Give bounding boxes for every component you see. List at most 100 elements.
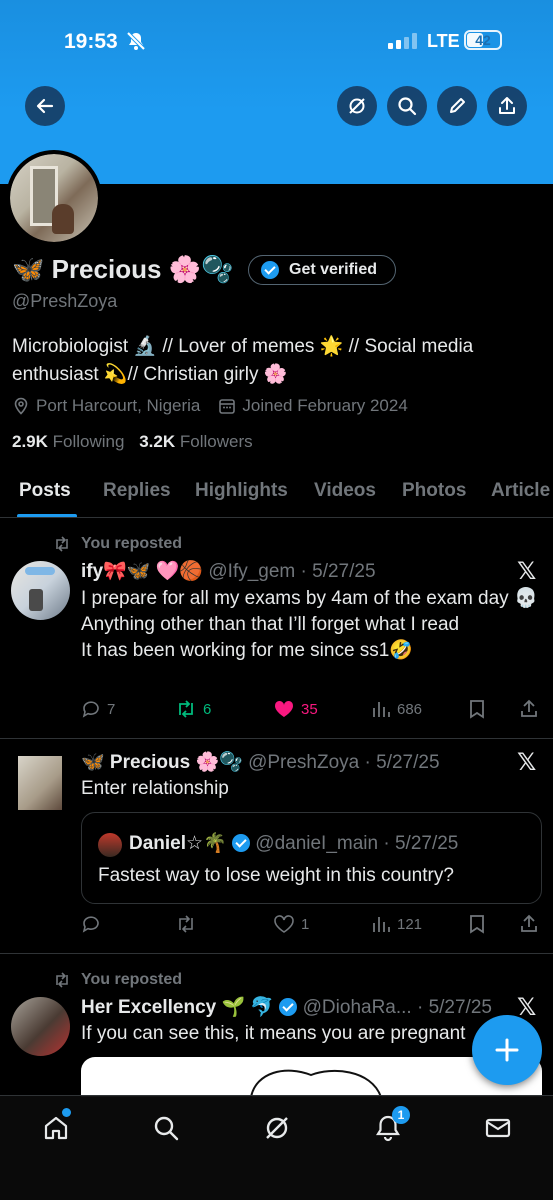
views-button[interactable]: 121 <box>371 914 422 934</box>
reply-button[interactable]: 7 <box>81 699 115 719</box>
post-author-name[interactable]: ify🎀🦋 🩷🏀 <box>81 561 203 582</box>
network-type: LTE <box>427 31 460 51</box>
edit-button[interactable] <box>437 86 477 126</box>
like-button[interactable]: 1 <box>273 914 309 934</box>
arrow-left-icon <box>36 98 54 114</box>
post-text: Enter relationship <box>81 778 229 799</box>
share-post-button[interactable] <box>519 699 545 719</box>
like-count: 35 <box>301 700 318 718</box>
quote-author-avatar <box>98 833 122 857</box>
post-item[interactable]: 🦋 Precious 🌸🫧 @PreshZoya · 5/27/25 𝕏 Ent… <box>0 740 553 954</box>
nav-notifications[interactable]: 1 <box>374 1106 410 1147</box>
search-icon <box>154 1116 179 1141</box>
repost-label: You reposted <box>81 971 183 988</box>
bottom-navigation: 1 <box>0 1095 553 1200</box>
repost-button[interactable] <box>175 914 203 934</box>
views-button[interactable]: 686 <box>371 699 422 719</box>
following-label: Following <box>52 432 125 451</box>
following-count: 2.9K <box>12 432 48 451</box>
grok-icon <box>266 1117 288 1139</box>
profile-tabs: Posts Replies Highlights Videos Photos A… <box>0 466 553 518</box>
tab-photos[interactable]: Photos <box>402 480 466 502</box>
post-author-avatar[interactable] <box>18 756 62 810</box>
bookmark-button[interactable] <box>468 914 492 934</box>
share-post-button[interactable] <box>519 914 545 934</box>
tab-articles[interactable]: Article <box>491 480 550 502</box>
profile-joined: Joined February 2024 <box>242 396 408 415</box>
profile-location: Port Harcourt, Nigeria <box>36 396 201 415</box>
post-handle-date: @Ify_gem · 5/27/25 <box>208 561 376 582</box>
battery-icon: 42 <box>464 30 502 50</box>
post-text: If you can see this, it means you are pr… <box>81 1023 466 1044</box>
grok-button[interactable] <box>337 86 377 126</box>
post-handle-date: @PreshZoya · 5/27/25 <box>248 752 440 773</box>
get-verified-button[interactable]: Get verified <box>248 255 396 285</box>
compose-button[interactable] <box>472 1015 542 1085</box>
home-icon <box>44 1116 68 1140</box>
nav-messages[interactable] <box>484 1114 512 1147</box>
reply-icon <box>82 916 99 933</box>
repost-label: You reposted <box>81 535 183 552</box>
view-count: 686 <box>397 700 423 718</box>
verified-badge-icon <box>279 998 298 1016</box>
like-button[interactable]: 35 <box>273 699 318 719</box>
heart-icon <box>274 915 294 933</box>
post-text-line: I prepare for all my exams by 4am of the… <box>81 588 538 609</box>
tab-videos[interactable]: Videos <box>314 480 376 502</box>
repost-button[interactable]: 6 <box>175 699 211 719</box>
reply-button[interactable] <box>81 914 107 934</box>
messages-icon <box>485 1118 511 1138</box>
post-header: Her Excellency 🌱 🐬 @DiohaRa... · 5/27/25 <box>81 995 506 1019</box>
profile-avatar[interactable] <box>6 150 102 246</box>
nav-grok[interactable] <box>263 1114 291 1147</box>
followers-link[interactable]: 3.2K Followers <box>139 432 252 451</box>
post-actions: 1 121 <box>81 914 543 938</box>
x-logo-icon: 𝕏 <box>517 558 537 585</box>
post-text-line: Anything other than that I’ll forget wha… <box>81 614 460 635</box>
followers-label: Followers <box>179 432 253 451</box>
tab-highlights[interactable]: Highlights <box>195 480 288 502</box>
tab-posts[interactable]: Posts <box>19 480 71 502</box>
post-text: I prepare for all my exams by 4am of the… <box>81 586 546 664</box>
followers-count: 3.2K <box>139 432 176 451</box>
post-author-avatar[interactable] <box>11 561 70 620</box>
location-icon <box>14 397 28 415</box>
avatar-image <box>10 154 98 242</box>
following-link[interactable]: 2.9K Following <box>12 432 124 451</box>
repost-count: 6 <box>203 700 212 718</box>
post-author-name[interactable]: 🦋 Precious 🌸🫧 <box>81 752 243 773</box>
nav-search[interactable] <box>152 1114 180 1147</box>
post-item[interactable]: You reposted ify🎀🦋 🩷🏀 @Ify_gem · 5/27/25… <box>0 519 553 739</box>
repost-icon <box>56 972 68 988</box>
get-verified-label: Get verified <box>289 261 378 278</box>
x-logo-icon: 𝕏 <box>517 749 537 776</box>
search-icon <box>398 97 417 116</box>
share-icon <box>499 97 515 114</box>
verified-badge-icon <box>232 834 250 852</box>
bookmark-button[interactable] <box>468 699 492 719</box>
post-author-avatar[interactable] <box>11 997 70 1056</box>
pen-icon <box>450 98 465 113</box>
quote-handle-date: @danieI_main · 5/27/25 <box>255 833 459 854</box>
follow-counts: 2.9K Following 3.2K Followers <box>12 432 253 452</box>
plus-icon <box>495 1038 519 1062</box>
battery-level: 42 <box>475 32 491 48</box>
status-bar: 19:53 LTE 42 <box>0 0 553 84</box>
repost-icon <box>179 700 193 718</box>
bell-muted-icon <box>126 31 146 56</box>
share-icon <box>521 699 537 717</box>
quoted-post[interactable]: Daniel☆🌴 @danieI_main · 5/27/25 Fastest … <box>81 812 542 904</box>
post-header: 🦋 Precious 🌸🫧 @PreshZoya · 5/27/25 <box>81 750 501 774</box>
nav-home[interactable] <box>42 1108 71 1147</box>
views-icon <box>373 917 390 932</box>
profile-name: 🦋 Precious 🌸🫧 <box>12 254 234 284</box>
repost-icon <box>179 915 193 933</box>
post-author-name[interactable]: Her Excellency 🌱 🐬 <box>81 997 274 1018</box>
tab-replies[interactable]: Replies <box>103 480 171 502</box>
views-icon <box>373 702 390 717</box>
back-button[interactable] <box>25 86 65 126</box>
search-button[interactable] <box>387 86 427 126</box>
post-media-image[interactable] <box>81 1057 542 1097</box>
verified-badge-icon <box>261 261 279 279</box>
share-button[interactable] <box>487 86 527 126</box>
